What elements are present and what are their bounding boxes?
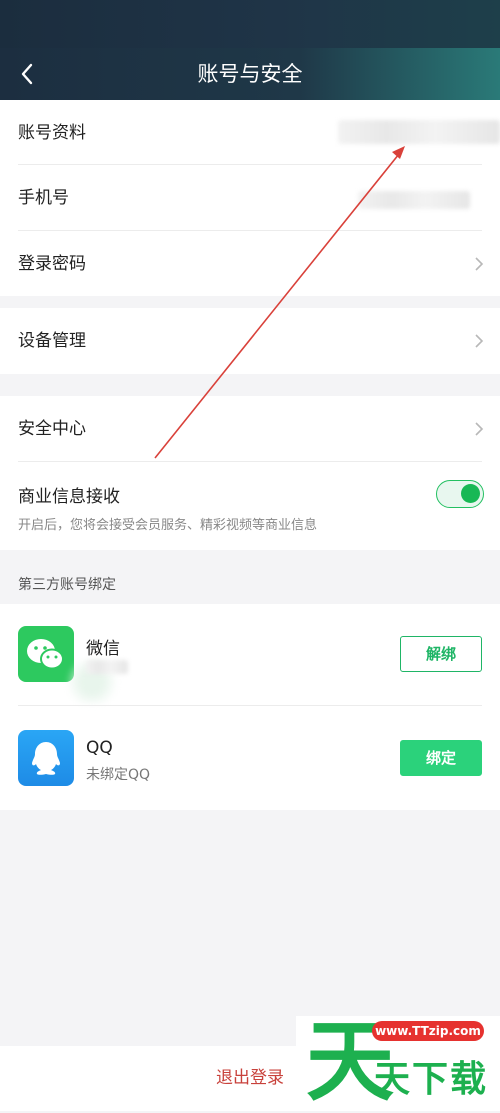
status-bar <box>0 0 500 48</box>
site-watermark: 天 www.TTzip.com 天下载 <box>296 1012 500 1112</box>
third-party-card: 微信 解绑 QQ 未绑定QQ 绑定 <box>0 604 500 810</box>
row-login-password[interactable]: 登录密码 <box>0 231 500 297</box>
chevron-right-icon <box>475 257 484 271</box>
row-label-account-profile: 账号资料 <box>18 123 86 143</box>
page-title: 账号与安全 <box>197 62 303 86</box>
blurred-value <box>358 191 470 209</box>
business-info-description: 开启后，您将会接受会员服务、精彩视频等商业信息 <box>18 518 318 533</box>
qq-status: 未绑定QQ <box>86 767 151 783</box>
security-card: 安全中心 商业信息接收 开启后，您将会接受会员服务、精彩视频等商业信息 <box>0 396 500 550</box>
watermark-text: 天下载 <box>374 1059 489 1100</box>
row-account-profile[interactable]: 账号资料 <box>0 100 500 166</box>
qq-name: QQ <box>86 738 113 758</box>
blurred-value <box>86 660 128 674</box>
qq-icon <box>18 730 74 786</box>
row-device-management[interactable]: 设备管理 <box>0 308 500 374</box>
unbind-wechat-button[interactable]: 解绑 <box>400 636 482 672</box>
account-card: 账号资料 手机号 登录密码 <box>0 100 500 296</box>
row-phone[interactable]: 手机号 <box>0 165 500 231</box>
business-info-label: 商业信息接收 <box>18 487 120 507</box>
chevron-right-icon <box>475 334 484 348</box>
wechat-name: 微信 <box>86 639 120 659</box>
third-party-section-title: 第三方账号绑定 <box>18 577 116 593</box>
row-label-security-center: 安全中心 <box>18 419 86 439</box>
toggle-knob <box>461 484 480 503</box>
bind-qq-button[interactable]: 绑定 <box>400 740 482 776</box>
watermark-url: www.TTzip.com <box>372 1021 484 1041</box>
row-label-phone: 手机号 <box>18 188 69 208</box>
row-label-login-password: 登录密码 <box>18 254 86 274</box>
blurred-value <box>338 120 500 144</box>
divider <box>18 705 482 706</box>
divider <box>18 461 482 462</box>
nav-header: 账号与安全 <box>0 48 500 100</box>
business-info-toggle[interactable] <box>436 480 484 508</box>
row-security-center[interactable]: 安全中心 <box>0 396 500 462</box>
row-label-device-management: 设备管理 <box>18 331 86 351</box>
chevron-right-icon <box>475 422 484 436</box>
device-card: 设备管理 <box>0 308 500 374</box>
